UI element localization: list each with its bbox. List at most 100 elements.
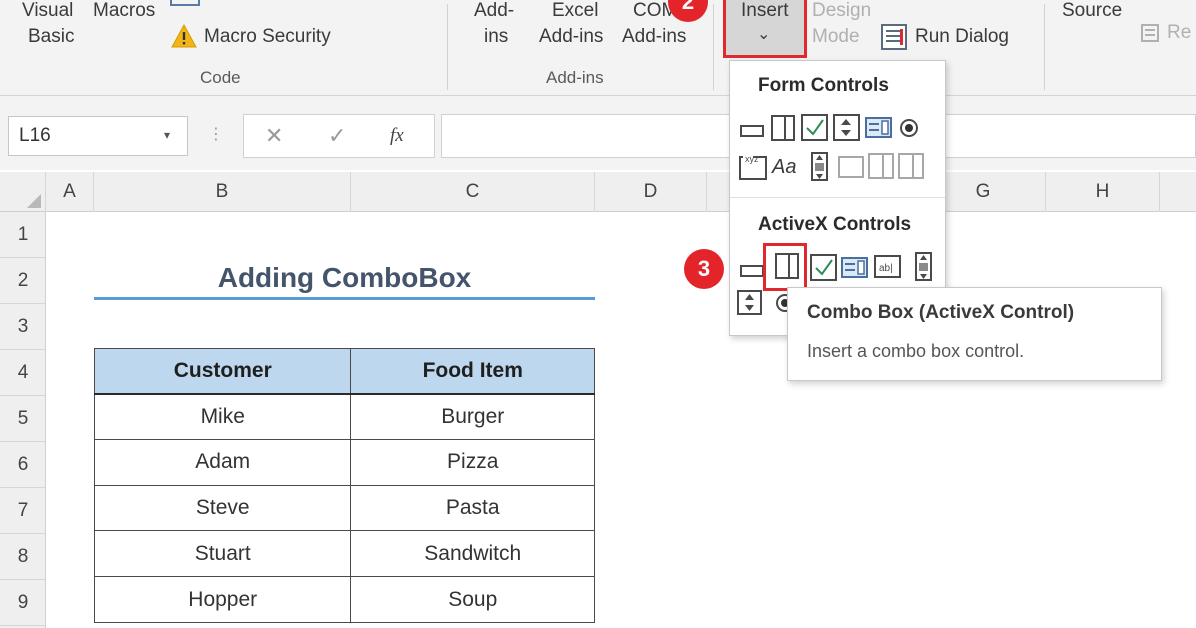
table-row: Adam Pizza <box>93 438 595 486</box>
form-text-field-icon-disabled <box>838 153 864 179</box>
name-box[interactable]: L16 <box>8 116 188 156</box>
step-3-badge: 3 <box>684 249 724 289</box>
column-header-b[interactable]: B <box>94 172 351 212</box>
customer-cell[interactable]: Steve <box>93 484 352 532</box>
form-group-box-icon[interactable]: xyz <box>739 152 767 180</box>
insert-arrow-icon: ⌄ <box>757 26 771 43</box>
form-combo-list-icon-disabled <box>868 153 894 179</box>
insert-label: Insert <box>741 0 789 21</box>
activex-spin-button-icon[interactable] <box>737 290 763 316</box>
row-header-2[interactable]: 2 <box>0 258 46 304</box>
formula-bar-grip-icon: ⋮ <box>208 126 224 143</box>
tooltip-title: Combo Box (ActiveX Control) <box>807 302 1075 323</box>
refresh-data-icon <box>1141 24 1159 42</box>
addins-group-label: Add-ins <box>546 68 604 87</box>
visual-basic-label-line2[interactable]: Basic <box>28 24 74 50</box>
form-spin-button-icon[interactable] <box>833 114 860 141</box>
form-list-box-icon[interactable] <box>865 117 892 143</box>
column-header-d[interactable]: D <box>595 172 707 212</box>
form-option-button-icon[interactable] <box>898 117 924 143</box>
cancel-icon[interactable]: ✕ <box>265 115 283 157</box>
form-combo-dropdown-icon-disabled <box>898 153 924 179</box>
column-header-a[interactable]: A <box>46 172 94 212</box>
excel-addins-label-line2[interactable]: Add-ins <box>539 24 603 50</box>
group-separator <box>1044 4 1045 90</box>
activex-list-box-icon[interactable] <box>841 257 868 283</box>
food-item-cell[interactable]: Sandwitch <box>350 530 595 578</box>
insert-function-icon[interactable]: fx <box>390 115 404 157</box>
row-header-8[interactable]: 8 <box>0 534 46 580</box>
sheet-title[interactable]: Adding ComboBox <box>94 256 595 300</box>
tooltip-description: Insert a combo box control. <box>807 341 1025 361</box>
form-label-text: Aa <box>772 156 797 178</box>
table-header-row: Customer Food Item <box>93 348 595 395</box>
activex-text-box-icon[interactable]: ab| <box>874 255 901 281</box>
ribbon: Visual Basic Macros Macro Security Code … <box>0 0 1196 96</box>
form-controls-heading: Form Controls <box>758 75 889 96</box>
customer-cell[interactable]: Mike <box>93 393 352 440</box>
food-item-cell[interactable]: Soup <box>350 576 595 623</box>
form-check-box-icon[interactable] <box>801 114 828 141</box>
table-row: Steve Pasta <box>93 484 595 532</box>
formula-bar-buttons: ✕ ✓ fx <box>243 114 435 158</box>
activex-command-button-icon[interactable] <box>739 257 765 283</box>
food-item-cell[interactable]: Pizza <box>350 438 595 486</box>
relative-references-icon <box>170 0 200 6</box>
addins-label-line2[interactable]: ins <box>484 24 508 50</box>
column-header-c[interactable]: C <box>351 172 595 212</box>
combo-box-tooltip: Combo Box (ActiveX Control) Insert a com… <box>787 287 1162 381</box>
group-separator <box>713 4 714 90</box>
source-button[interactable]: Source <box>1062 0 1122 24</box>
form-button-icon[interactable] <box>739 117 765 143</box>
addins-label-line1[interactable]: Add- <box>474 0 514 24</box>
svg-text:xyz: xyz <box>745 154 759 164</box>
com-addins-label-line2[interactable]: Add-ins <box>622 24 686 50</box>
enter-icon[interactable]: ✓ <box>328 115 346 157</box>
excel-addins-label-line1[interactable]: Excel <box>552 0 598 24</box>
activex-controls-heading: ActiveX Controls <box>758 214 912 235</box>
code-group-label: Code <box>200 68 241 87</box>
macros-button[interactable]: Macros <box>93 0 155 24</box>
row-header-3[interactable]: 3 <box>0 304 46 350</box>
activex-check-box-icon[interactable] <box>810 254 837 281</box>
visual-basic-label-line1: Visual <box>22 0 74 21</box>
group-separator <box>447 4 448 90</box>
row-headers: 1 2 3 4 5 6 7 8 9 <box>0 212 46 628</box>
warning-icon <box>171 24 197 48</box>
visual-basic-button[interactable]: Visual <box>22 0 73 24</box>
row-header-9[interactable]: 9 <box>0 580 46 626</box>
data-table: Customer Food Item Mike Burger Adam Pizz… <box>93 348 595 623</box>
column-headers: A B C D E F G H <box>0 172 1196 212</box>
row-header-7[interactable]: 7 <box>0 488 46 534</box>
row-header-5[interactable]: 5 <box>0 396 46 442</box>
food-item-cell[interactable]: Burger <box>350 393 595 440</box>
select-all-corner[interactable] <box>0 172 46 212</box>
activex-scroll-bar-icon[interactable] <box>913 252 939 281</box>
combo-box-highlight <box>763 243 807 291</box>
run-dialog-button[interactable]: Run Dialog <box>915 24 1009 50</box>
refresh-data-label[interactable]: Re <box>1167 20 1191 46</box>
row-header-1[interactable]: 1 <box>0 212 46 258</box>
table-row: Hopper Soup <box>93 576 595 623</box>
design-mode-label-line1[interactable]: Design <box>812 0 871 24</box>
form-combo-box-icon[interactable] <box>770 114 796 141</box>
form-scroll-bar-icon[interactable] <box>809 152 835 181</box>
macro-security-button[interactable]: Macro Security <box>204 24 331 50</box>
run-dialog-icon <box>881 24 907 50</box>
customer-cell[interactable]: Stuart <box>93 530 352 578</box>
name-box-dropdown-icon[interactable]: ▾ <box>164 116 170 154</box>
form-label-icon[interactable]: Aa <box>772 154 804 180</box>
row-header-4[interactable]: 4 <box>0 350 46 396</box>
customer-cell[interactable]: Adam <box>93 438 352 486</box>
design-mode-label-line2[interactable]: Mode <box>812 24 860 50</box>
food-item-cell[interactable]: Pasta <box>350 484 595 532</box>
dropdown-divider <box>730 197 945 198</box>
header-cell-customer[interactable]: Customer <box>93 348 352 395</box>
table-row: Stuart Sandwitch <box>93 530 595 578</box>
customer-cell[interactable]: Hopper <box>93 576 352 623</box>
row-header-6[interactable]: 6 <box>0 442 46 488</box>
svg-text:ab|: ab| <box>879 263 893 274</box>
table-row: Mike Burger <box>93 393 595 440</box>
header-cell-food-item[interactable]: Food Item <box>350 348 595 395</box>
column-header-h[interactable]: H <box>1046 172 1160 212</box>
